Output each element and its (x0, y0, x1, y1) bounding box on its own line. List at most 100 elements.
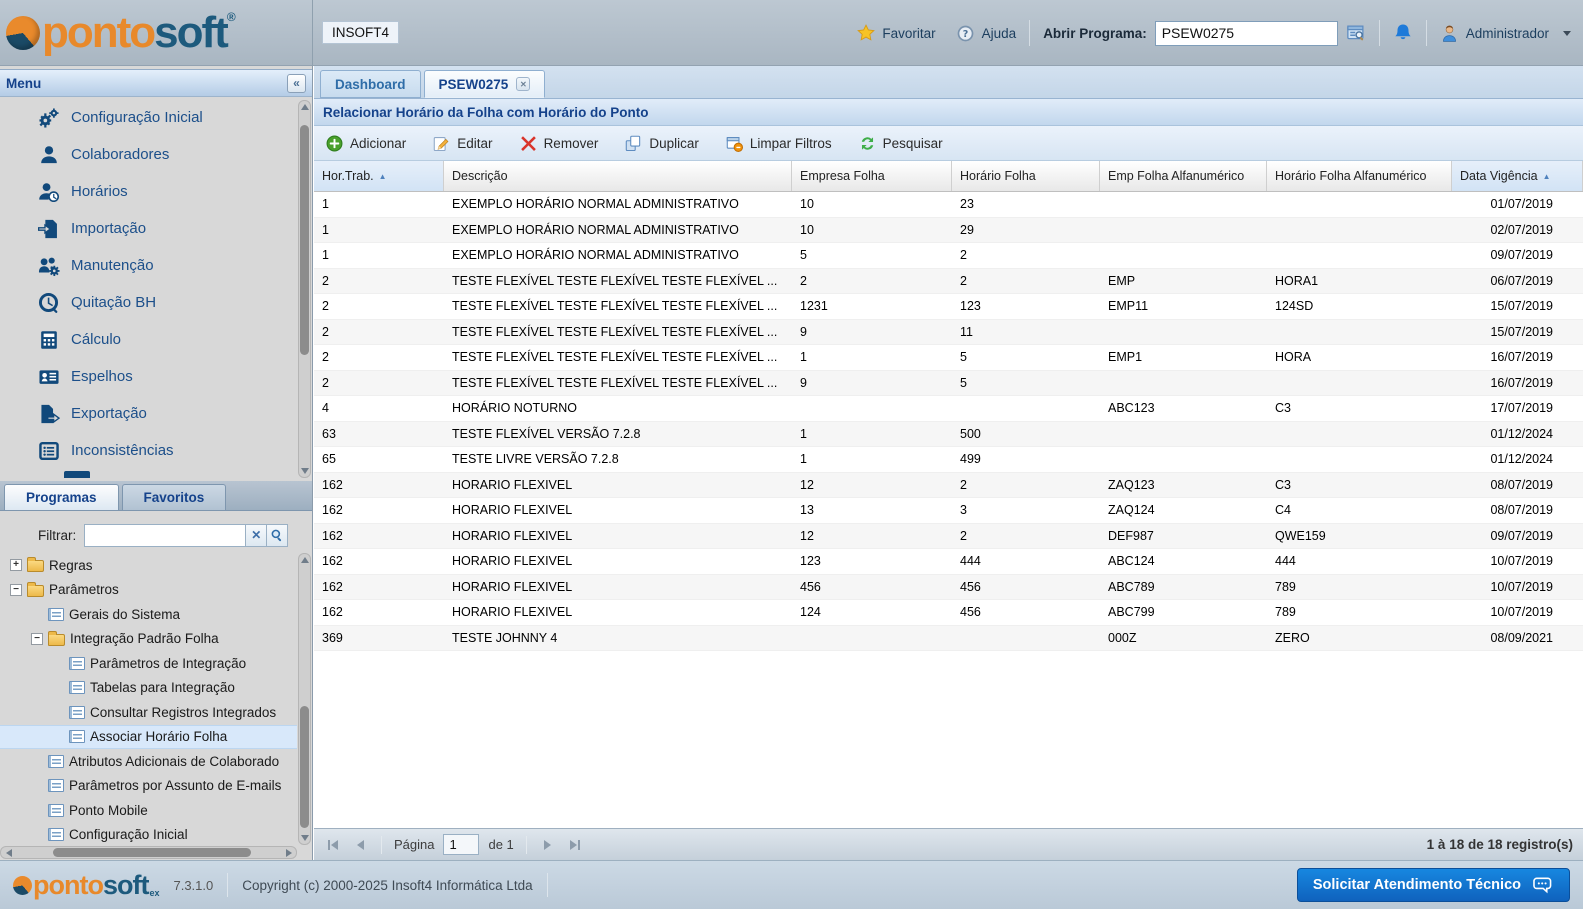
menu-item-importacao[interactable]: Importação (0, 210, 297, 247)
first-page-icon[interactable] (324, 836, 342, 854)
table-row[interactable]: 65TESTE LIVRE VERSÃO 7.2.8149901/12/2024 (314, 447, 1583, 473)
remover-button[interactable]: Remover (520, 135, 599, 152)
filter-clear-button[interactable] (246, 524, 267, 547)
menu-scrollbar-thumb[interactable] (300, 125, 309, 355)
help-label: Ajuda (982, 26, 1017, 41)
column-header-horario-folha-alfanumerico[interactable]: Horário Folha Alfanumérico (1267, 161, 1452, 191)
sidebar-tab-favoritos[interactable]: Favoritos (122, 484, 227, 510)
table-row[interactable]: 4HORÁRIO NOTURNOABC123C317/07/2019 (314, 396, 1583, 422)
table-row[interactable]: 1EXEMPLO HORÁRIO NORMAL ADMINISTRATIVO52… (314, 243, 1583, 269)
menu-item-exportacao[interactable]: Exportação (0, 395, 297, 432)
tree-item-associar-horario-folha[interactable]: Associar Horário Folha (0, 725, 297, 750)
export-icon (38, 403, 60, 425)
column-header-horario-folha[interactable]: Horário Folha (952, 161, 1100, 191)
tree-scrollbar[interactable] (298, 553, 311, 845)
adicionar-button[interactable]: Adicionar (326, 135, 406, 152)
pesquisar-button[interactable]: Pesquisar (859, 135, 943, 152)
user-menu[interactable]: Administrador (1440, 23, 1571, 43)
filter-input[interactable] (84, 524, 246, 547)
cell-emp-folha-alfanumerico (1100, 320, 1267, 345)
table-row[interactable]: 162HORARIO FLEXIVEL124456ABC79978910/07/… (314, 600, 1583, 626)
notifications-bell-icon[interactable] (1393, 23, 1413, 43)
tree-item-parametros-por-assunto-de-e-mails[interactable]: Parâmetros por Assunto de E-mails (0, 774, 297, 799)
tree-item-parametros[interactable]: Parâmetros (0, 578, 297, 603)
favorite-label: Favoritar (882, 26, 935, 41)
table-row[interactable]: 2TESTE FLEXÍVEL TESTE FLEXÍVEL TESTE FLE… (314, 345, 1583, 371)
workspace-label[interactable]: INSOFT4 (322, 21, 399, 44)
tree-item-atributos-adicionais-de-colaborado[interactable]: Atributos Adicionais de Colaborado (0, 749, 297, 774)
tree-item-regras[interactable]: Regras (0, 553, 297, 578)
scroll-up-icon[interactable] (301, 557, 309, 563)
request-support-button[interactable]: Solicitar Atendimento Técnico (1297, 868, 1570, 902)
column-header-descricao[interactable]: Descrição (444, 161, 792, 191)
tree-h-scrollbar-thumb[interactable] (53, 848, 251, 857)
cell-hor-trab: 1 (314, 218, 444, 243)
table-row[interactable]: 162HORARIO FLEXIVEL456456ABC78978910/07/… (314, 575, 1583, 601)
menu-item-horarios[interactable]: Horários (0, 173, 297, 210)
table-row[interactable]: 162HORARIO FLEXIVEL122DEF987QWE15909/07/… (314, 524, 1583, 550)
tree-item-ponto-mobile[interactable]: Ponto Mobile (0, 798, 297, 823)
table-row[interactable]: 2TESTE FLEXÍVEL TESTE FLEXÍVEL TESTE FLE… (314, 371, 1583, 397)
favorite-button[interactable]: Favoritar (856, 23, 935, 43)
menu-scrollbar[interactable] (298, 100, 311, 478)
menu-item-manutencao[interactable]: Manutenção (0, 247, 297, 284)
menu-item-calculo[interactable]: Cálculo (0, 321, 297, 358)
tree-item-tabelas-para-integracao[interactable]: Tabelas para Integração (0, 676, 297, 701)
filter-search-button[interactable] (267, 524, 288, 547)
column-header-emp-folha-alfanumerico[interactable]: Emp Folha Alfanumérico (1100, 161, 1267, 191)
limpar-filtros-button[interactable]: Limpar Filtros (726, 135, 832, 152)
scroll-up-icon[interactable] (301, 104, 309, 110)
tree-item-integracao-padrao-folha[interactable]: Integração Padrão Folha (0, 627, 297, 652)
table-row[interactable]: 162HORARIO FLEXIVEL123444ABC12444410/07/… (314, 549, 1583, 575)
page-number-input[interactable] (443, 834, 479, 855)
cell-horario-folha: 23 (952, 192, 1100, 217)
table-row[interactable]: 369TESTE JOHNNY 4000ZZERO08/09/2021 (314, 626, 1583, 652)
editar-button[interactable]: Editar (433, 135, 492, 152)
expand-toggle-icon[interactable] (10, 559, 22, 571)
tree-item-consultar-registros-integrados[interactable]: Consultar Registros Integrados (0, 700, 297, 725)
menu-item-espelhos[interactable]: Espelhos (0, 358, 297, 395)
last-page-icon[interactable] (566, 836, 584, 854)
menu-item-inconsistencias[interactable]: Inconsistências (0, 432, 297, 469)
scroll-down-icon[interactable] (301, 835, 309, 841)
table-row[interactable]: 2TESTE FLEXÍVEL TESTE FLEXÍVEL TESTE FLE… (314, 320, 1583, 346)
cell-data-vigencia: 10/07/2019 (1452, 549, 1583, 574)
support-button-label: Solicitar Atendimento Técnico (1313, 877, 1521, 893)
collapse-menu-icon[interactable] (287, 74, 306, 93)
table-row[interactable]: 162HORARIO FLEXIVEL133ZAQ124C408/07/2019 (314, 498, 1583, 524)
table-row[interactable]: 1EXEMPLO HORÁRIO NORMAL ADMINISTRATIVO10… (314, 218, 1583, 244)
previous-page-icon[interactable] (351, 836, 369, 854)
scroll-down-icon[interactable] (301, 468, 309, 474)
table-row[interactable]: 63TESTE FLEXÍVEL VERSÃO 7.2.8150001/12/2… (314, 422, 1583, 448)
scroll-left-icon[interactable] (6, 849, 12, 857)
table-row[interactable]: 2TESTE FLEXÍVEL TESTE FLEXÍVEL TESTE FLE… (314, 269, 1583, 295)
column-header-hor-trab[interactable]: Hor.Trab. (314, 161, 444, 191)
tree-scrollbar-thumb[interactable] (300, 706, 309, 828)
menu-item-quitacao-bh[interactable]: Quitação BH (0, 284, 297, 321)
tree-item-gerais-do-sistema[interactable]: Gerais do Sistema (0, 602, 297, 627)
collapse-toggle-icon[interactable] (31, 633, 43, 645)
tab-dashboard[interactable]: Dashboard (320, 70, 421, 98)
menu-item-colaboradores[interactable]: Colaboradores (0, 136, 297, 173)
program-lookup-icon[interactable] (1346, 23, 1366, 43)
table-row[interactable]: 2TESTE FLEXÍVEL TESTE FLEXÍVEL TESTE FLE… (314, 294, 1583, 320)
sidebar-tab-programas[interactable]: Programas (4, 484, 119, 510)
app-header: pontosoft® INSOFT4 Favoritar ? Ajuda Abr… (0, 0, 1583, 66)
table-row[interactable]: 162HORARIO FLEXIVEL122ZAQ123C308/07/2019 (314, 473, 1583, 499)
tree-item-parametros-de-integracao[interactable]: Parâmetros de Integração (0, 651, 297, 676)
open-program-input[interactable] (1155, 21, 1338, 46)
menu-item-configuracao-inicial[interactable]: Configuração Inicial (0, 99, 297, 136)
tree-h-scrollbar[interactable] (0, 846, 297, 859)
collapse-toggle-icon[interactable] (10, 584, 22, 596)
tab-psew0275[interactable]: PSEW0275 (424, 70, 546, 98)
remove-icon (520, 135, 537, 152)
help-button[interactable]: ? Ajuda (956, 23, 1017, 43)
column-header-empresa-folha[interactable]: Empresa Folha (792, 161, 952, 191)
scroll-right-icon[interactable] (286, 849, 292, 857)
tree-item-configuracao-inicial[interactable]: Configuração Inicial (0, 823, 297, 846)
next-page-icon[interactable] (539, 836, 557, 854)
close-tab-icon[interactable] (516, 77, 530, 91)
table-row[interactable]: 1EXEMPLO HORÁRIO NORMAL ADMINISTRATIVO10… (314, 192, 1583, 218)
duplicar-button[interactable]: Duplicar (625, 135, 699, 152)
column-header-data-vigencia[interactable]: Data Vigência (1452, 161, 1583, 191)
